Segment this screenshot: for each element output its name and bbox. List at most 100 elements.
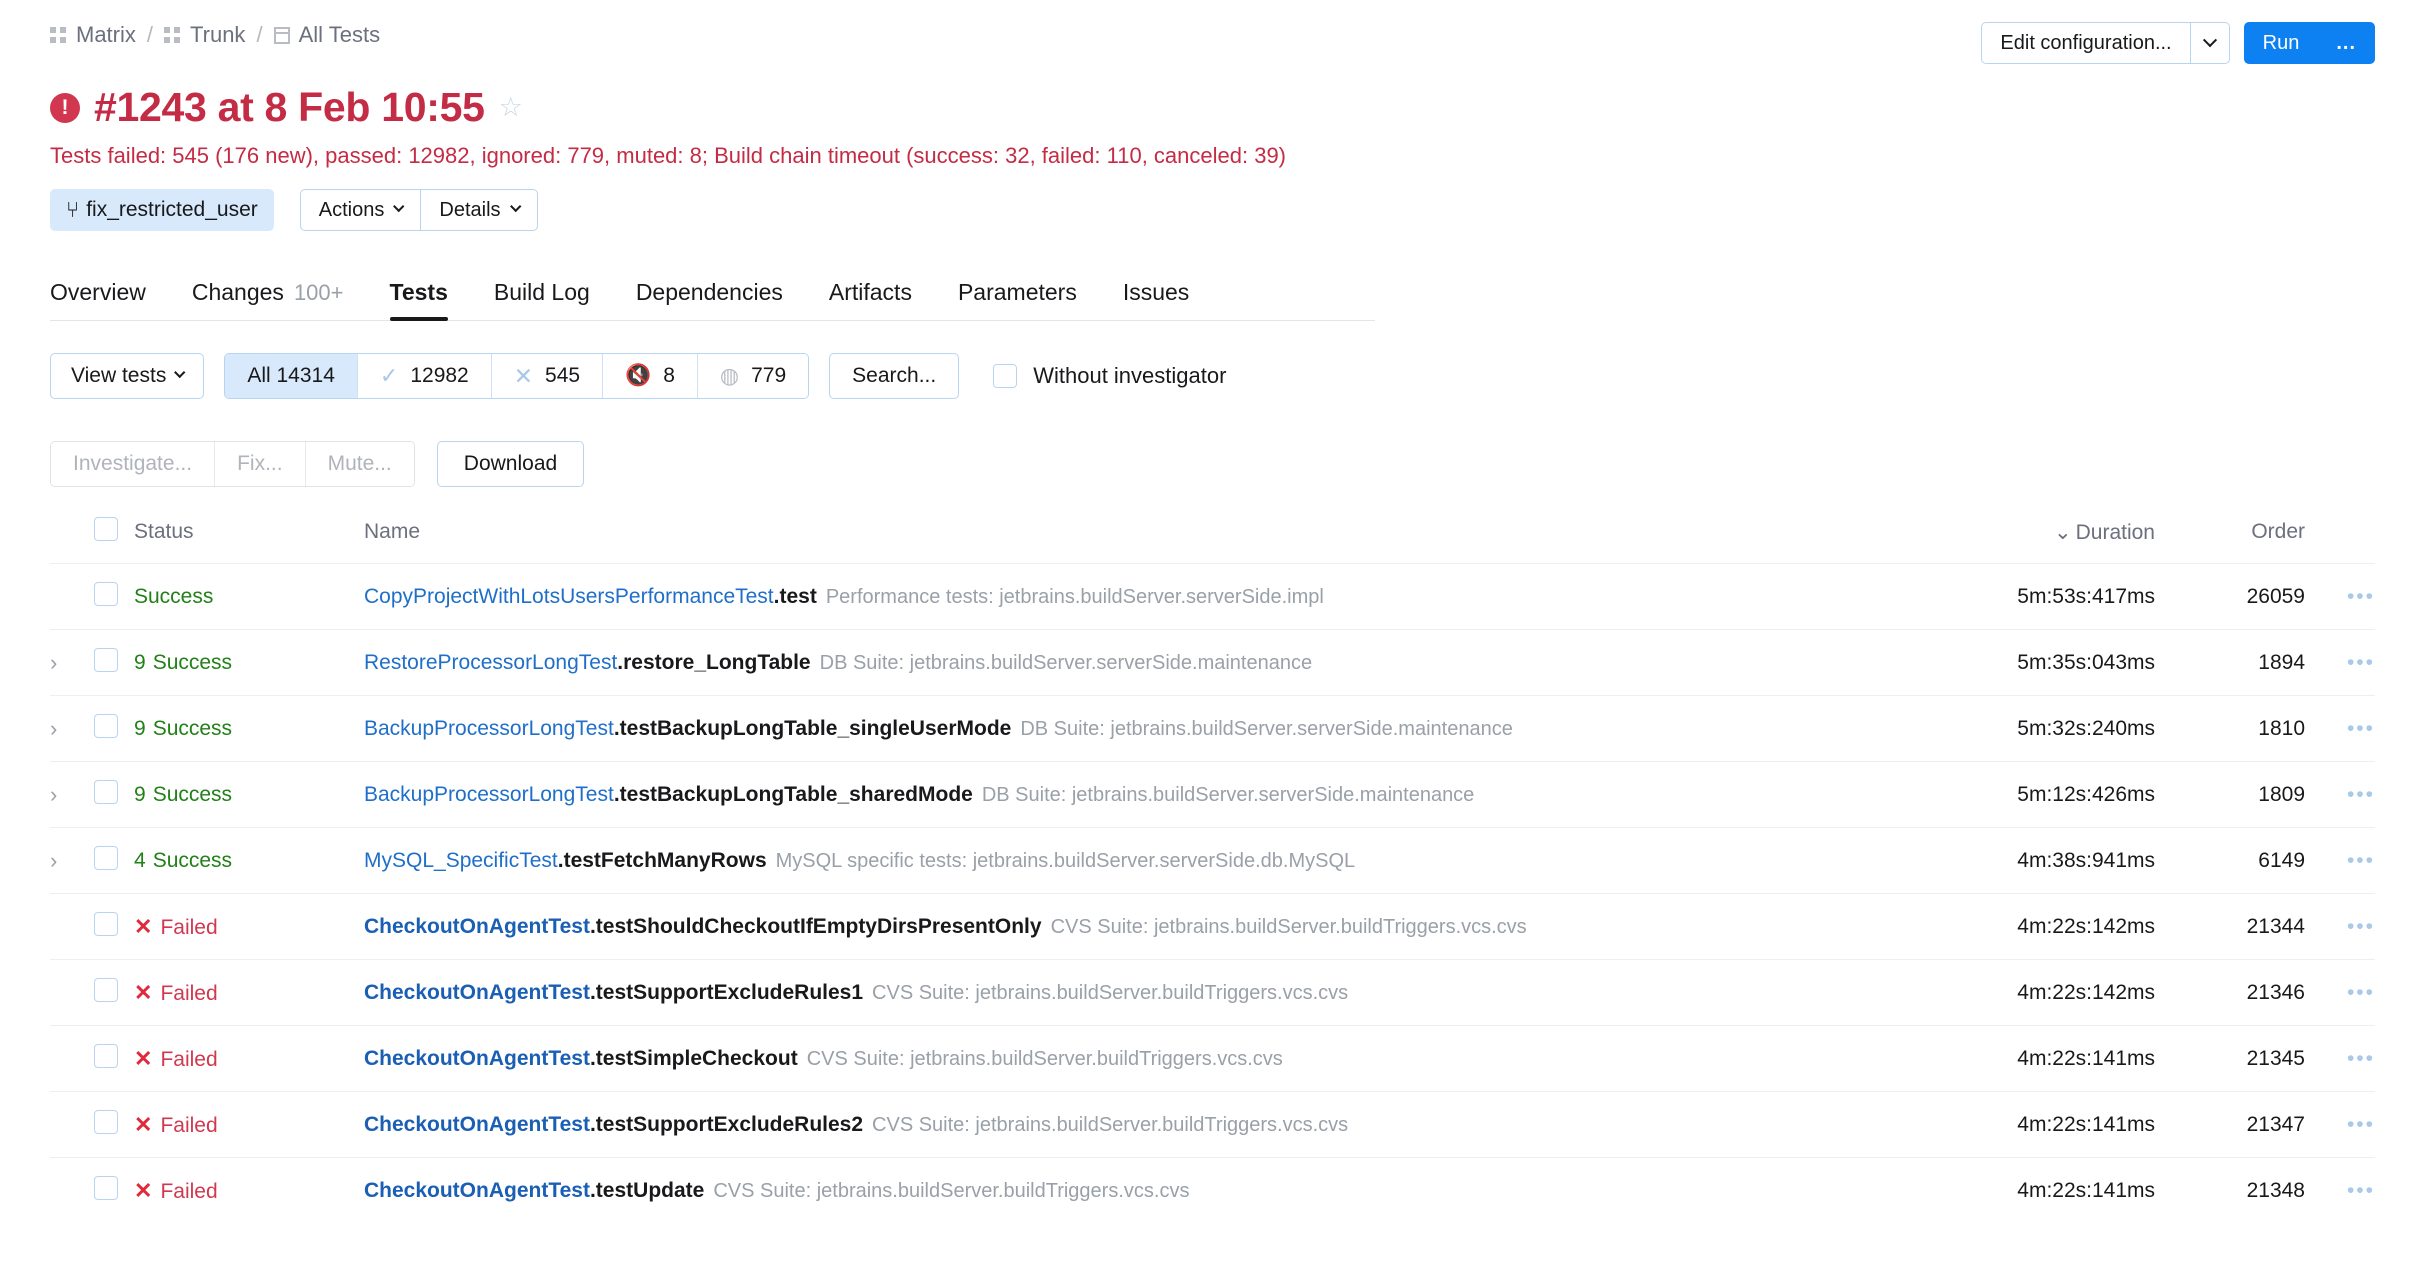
details-button[interactable]: Details: [421, 189, 538, 231]
breadcrumb-item-project[interactable]: Matrix: [50, 22, 136, 48]
row-checkbox[interactable]: [94, 845, 118, 870]
without-investigator-checkbox[interactable]: [993, 364, 1018, 388]
row-menu-button[interactable]: •••: [2305, 761, 2375, 828]
test-class-link[interactable]: BackupProcessorLongTest: [364, 717, 614, 740]
test-method-name[interactable]: .testSupportExcludeRules2: [590, 1113, 863, 1136]
chevron-right-icon[interactable]: ›: [50, 782, 57, 808]
test-method-name[interactable]: .testSimpleCheckout: [590, 1047, 798, 1070]
name-column-header[interactable]: Name: [364, 517, 1915, 564]
without-investigator-filter[interactable]: Without investigator: [993, 363, 1226, 389]
edit-configuration-dropdown-button[interactable]: [2190, 22, 2230, 64]
row-menu-button[interactable]: •••: [2305, 629, 2375, 696]
table-row[interactable]: Success CopyProjectWithLotsUsersPerforma…: [50, 563, 2375, 630]
tab-issues[interactable]: Issues: [1123, 279, 1189, 320]
row-checkbox[interactable]: [94, 581, 118, 606]
chevron-right-icon[interactable]: ›: [50, 848, 57, 874]
row-checkbox[interactable]: [94, 713, 118, 738]
table-row[interactable]: ✕ Failed CheckoutOnAgentTest.testSupportE…: [50, 1091, 2375, 1158]
table-row[interactable]: › 9 Success BackupProcessorLongTest.testB…: [50, 761, 2375, 828]
table-row[interactable]: ✕ Failed CheckoutOnAgentTest.testShouldCh…: [50, 893, 2375, 960]
row-menu-button[interactable]: •••: [2305, 563, 2375, 630]
order-cell: 21346: [2155, 959, 2305, 1026]
chevron-right-icon[interactable]: ›: [50, 650, 57, 676]
test-class-link[interactable]: CheckoutOnAgentTest: [364, 1113, 590, 1136]
select-all-checkbox[interactable]: [94, 517, 118, 541]
row-menu-button[interactable]: •••: [2305, 827, 2375, 894]
order-column-header[interactable]: Order: [2155, 517, 2305, 564]
table-row[interactable]: › 9 Success BackupProcessorLongTest.testB…: [50, 695, 2375, 762]
branch-chip[interactable]: ⑂ fix_restricted_user: [50, 189, 274, 231]
status-column-header[interactable]: Status: [134, 517, 364, 564]
row-menu-button[interactable]: •••: [2305, 1025, 2375, 1092]
breadcrumb-item-configuration[interactable]: All Tests: [273, 22, 380, 48]
test-class-link[interactable]: CheckoutOnAgentTest: [364, 981, 590, 1004]
row-checkbox[interactable]: [94, 1175, 118, 1200]
test-class-link[interactable]: MySQL_SpecificTest: [364, 849, 558, 872]
filter-passed[interactable]: ✓ 12982: [357, 354, 492, 398]
row-checkbox[interactable]: [94, 647, 118, 672]
test-method-name[interactable]: .testFetchManyRows: [558, 849, 767, 872]
test-method-name[interactable]: .testBackupLongTable_sharedMode: [614, 783, 973, 806]
test-class-link[interactable]: CheckoutOnAgentTest: [364, 1179, 590, 1202]
tab-artifacts[interactable]: Artifacts: [829, 279, 912, 320]
tab-tests[interactable]: Tests: [389, 279, 449, 321]
row-menu-button[interactable]: •••: [2305, 959, 2375, 1026]
filter-all[interactable]: All 14314: [225, 354, 358, 398]
breadcrumb-label-subproject: Trunk: [190, 22, 246, 47]
test-method-name[interactable]: .testShouldCheckoutIfEmptyDirsPresentOnl…: [590, 915, 1042, 938]
row-checkbox[interactable]: [94, 779, 118, 804]
test-method-name[interactable]: .restore_LongTable: [617, 651, 810, 674]
investigate-button[interactable]: Investigate...: [51, 442, 216, 486]
test-class-link[interactable]: CopyProjectWithLotsUsersPerformanceTest: [364, 585, 774, 608]
row-menu-button[interactable]: •••: [2305, 1157, 2375, 1224]
select-all-column-header: [94, 517, 134, 564]
run-more-button[interactable]: ...: [2318, 22, 2375, 64]
table-row[interactable]: ✕ Failed CheckoutOnAgentTest.testSimpleCh…: [50, 1025, 2375, 1092]
row-menu-column-header: [2305, 517, 2375, 564]
filter-failed[interactable]: ✕ 545: [491, 354, 604, 398]
search-input[interactable]: Search...: [829, 353, 960, 399]
edit-configuration-button[interactable]: Edit configuration...: [1981, 22, 2191, 64]
table-row[interactable]: › 4 Success MySQL_SpecificTest.testFetchM…: [50, 827, 2375, 894]
tab-dependencies[interactable]: Dependencies: [636, 279, 783, 320]
tab-overview[interactable]: Overview: [50, 279, 146, 320]
filter-muted[interactable]: 🔇 8: [603, 354, 698, 398]
filter-ignored[interactable]: ◍ 779: [697, 354, 809, 398]
chevron-right-icon[interactable]: ›: [50, 716, 57, 742]
actions-button[interactable]: Actions: [299, 189, 422, 231]
view-tests-dropdown[interactable]: View tests: [50, 353, 205, 399]
test-class-link[interactable]: RestoreProcessorLongTest: [364, 651, 617, 674]
test-method-name[interactable]: .testBackupLongTable_singleUserMode: [614, 717, 1012, 740]
table-row[interactable]: › 9 Success RestoreProcessorLongTest.rest…: [50, 629, 2375, 696]
row-checkbox[interactable]: [94, 977, 118, 1002]
test-class-link[interactable]: CheckoutOnAgentTest: [364, 1047, 590, 1070]
mute-button[interactable]: Mute...: [305, 442, 414, 486]
row-checkbox[interactable]: [94, 911, 118, 936]
row-menu-button[interactable]: •••: [2305, 1091, 2375, 1158]
row-menu-button[interactable]: •••: [2305, 695, 2375, 762]
run-button[interactable]: Run: [2243, 22, 2319, 64]
expand-cell[interactable]: ›: [50, 761, 94, 828]
filter-all-label: All 14314: [247, 364, 335, 387]
favorite-star-icon[interactable]: ☆: [499, 92, 523, 123]
test-method-name[interactable]: .testSupportExcludeRules1: [590, 981, 863, 1004]
expand-cell[interactable]: ›: [50, 695, 94, 762]
test-method-name[interactable]: .testUpdate: [590, 1179, 704, 1202]
test-class-link[interactable]: CheckoutOnAgentTest: [364, 915, 590, 938]
duration-column-header[interactable]: ⌄ Duration: [1915, 517, 2155, 564]
row-menu-button[interactable]: •••: [2305, 893, 2375, 960]
tab-build-log[interactable]: Build Log: [494, 279, 590, 320]
table-row[interactable]: ✕ Failed CheckoutOnAgentTest.testUpdate CV…: [50, 1157, 2375, 1224]
breadcrumb-item-subproject[interactable]: Trunk: [164, 22, 245, 48]
expand-cell[interactable]: ›: [50, 629, 94, 696]
tab-changes[interactable]: Changes 100+: [192, 279, 344, 320]
test-class-link[interactable]: BackupProcessorLongTest: [364, 783, 614, 806]
row-checkbox[interactable]: [94, 1043, 118, 1068]
tab-parameters[interactable]: Parameters: [958, 279, 1077, 320]
row-checkbox[interactable]: [94, 1109, 118, 1134]
download-button[interactable]: Download: [436, 441, 585, 487]
expand-cell[interactable]: ›: [50, 827, 94, 894]
fix-button[interactable]: Fix...: [215, 442, 306, 486]
test-method-name[interactable]: .test: [774, 585, 817, 608]
table-row[interactable]: ✕ Failed CheckoutOnAgentTest.testSupportE…: [50, 959, 2375, 1026]
